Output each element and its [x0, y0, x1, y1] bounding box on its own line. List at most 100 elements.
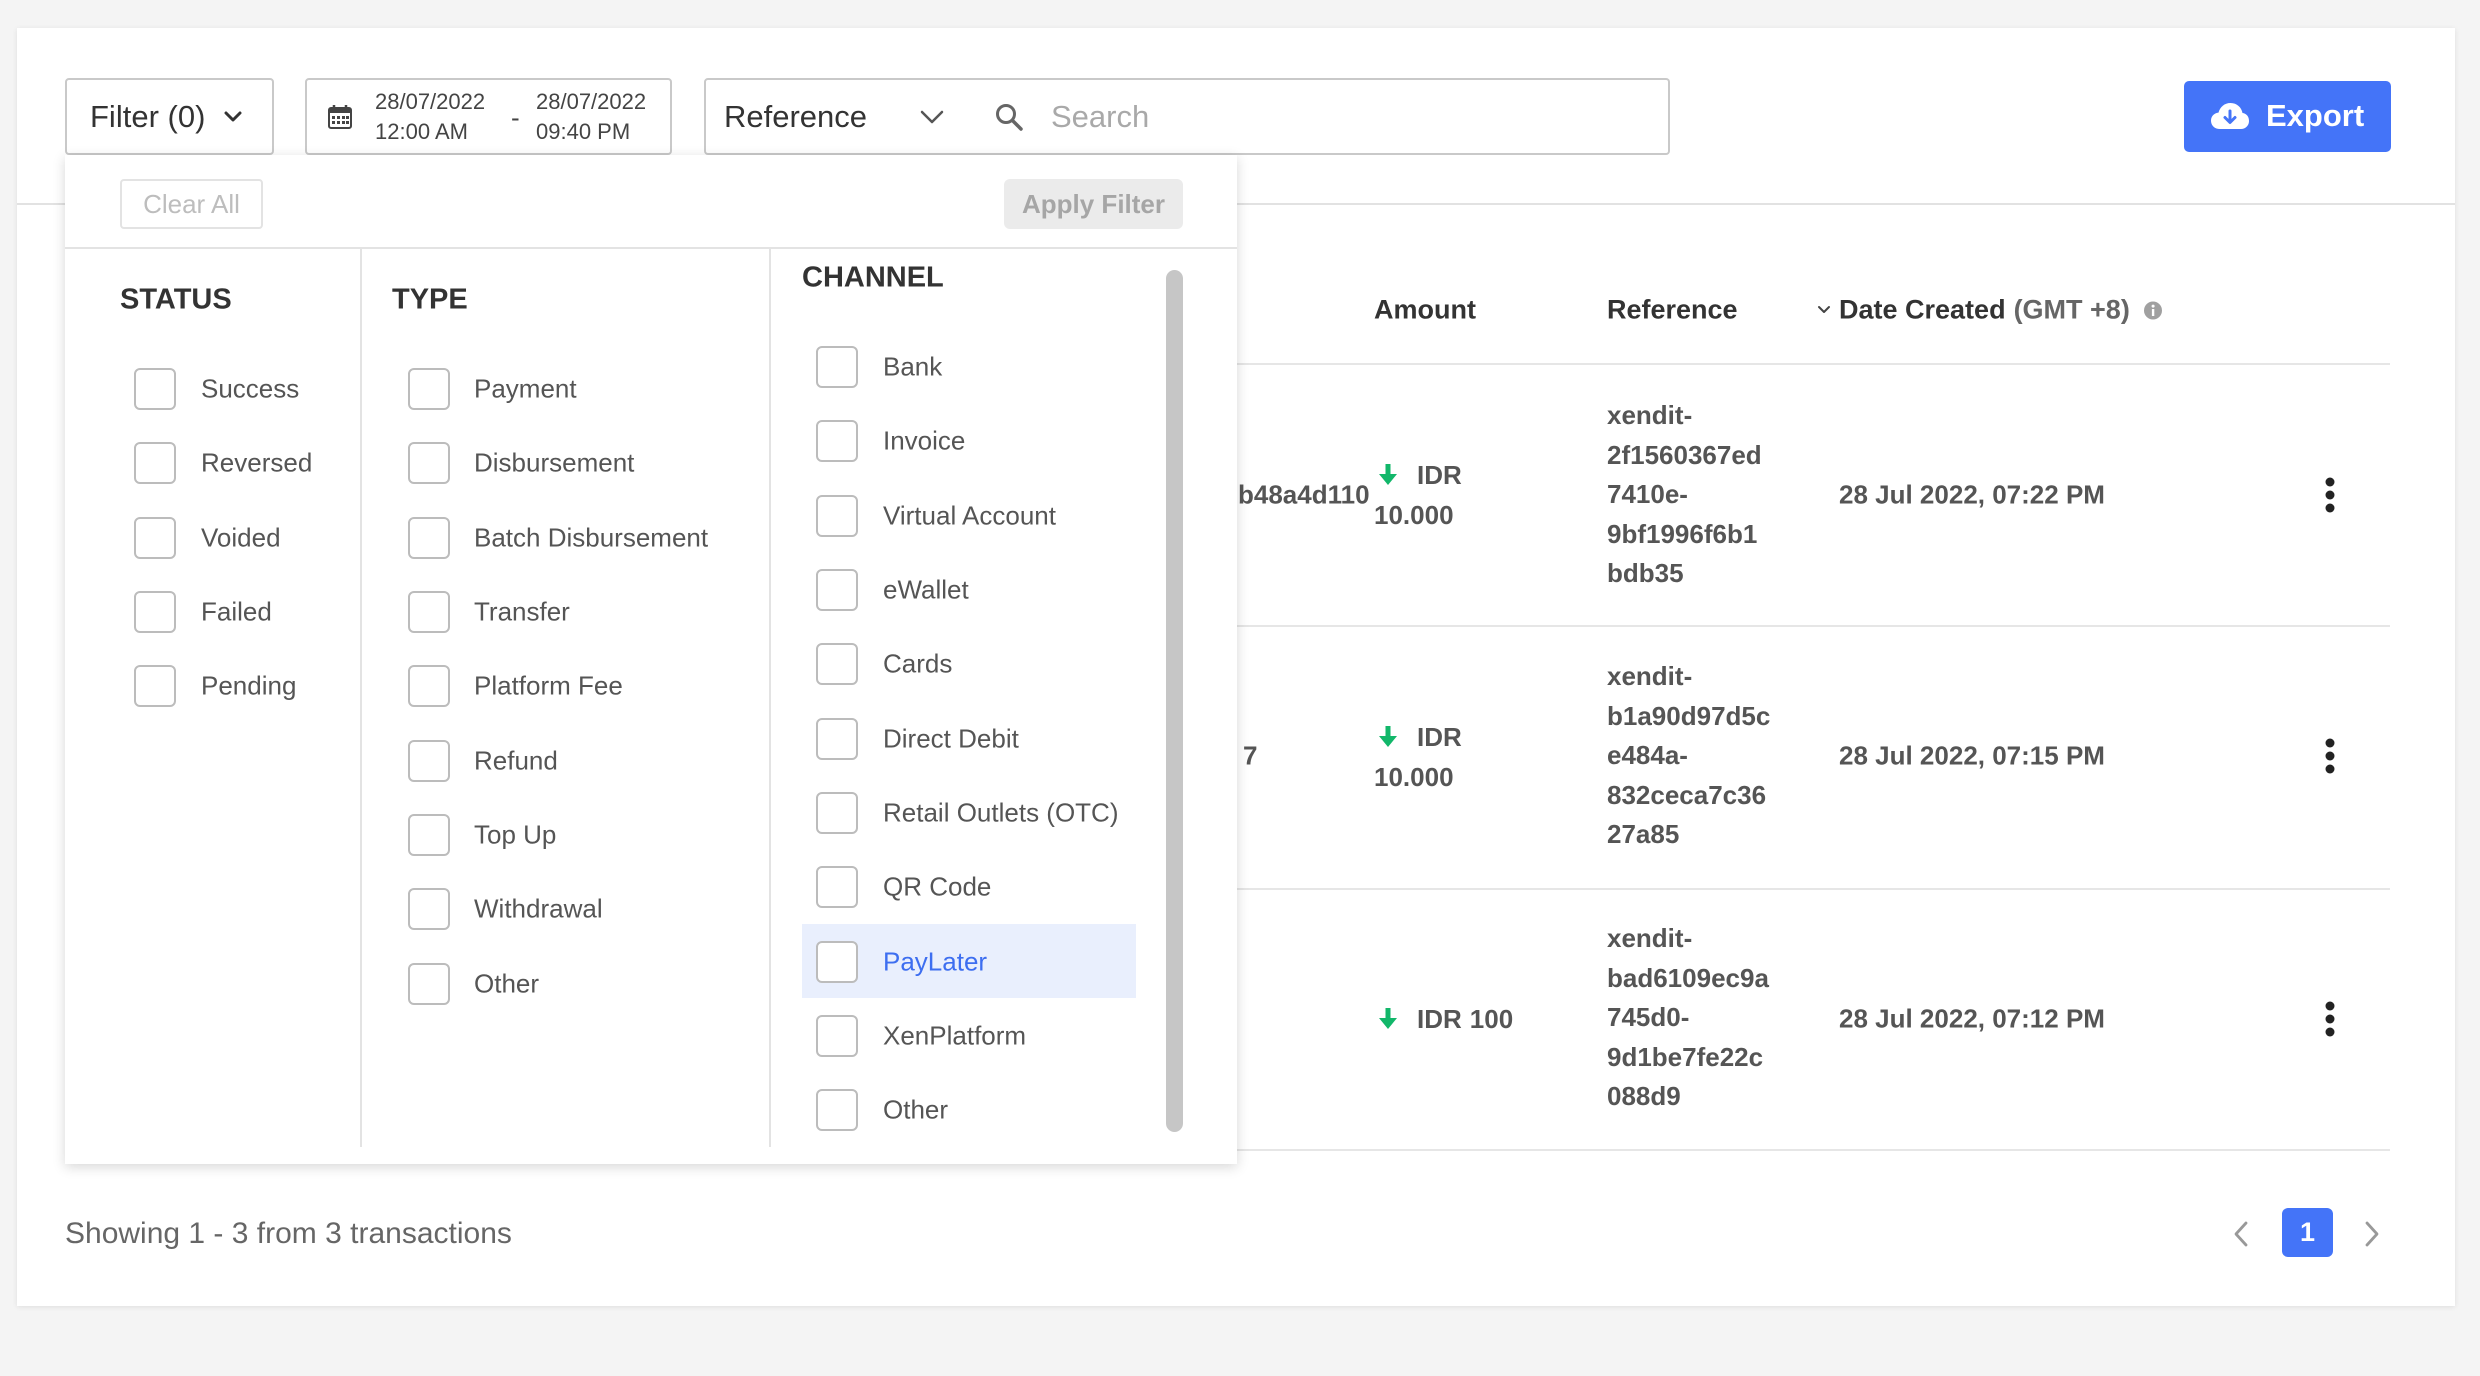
reference-line: xendit- [1607, 400, 1693, 430]
channel-option-paylater[interactable]: PayLater [816, 941, 1136, 983]
channel-option-bank[interactable]: Bank [816, 346, 1136, 388]
checkbox[interactable] [134, 368, 176, 410]
arrow-down-icon [1379, 1008, 1397, 1029]
checkbox[interactable] [816, 1089, 858, 1131]
column-header-reference[interactable]: Reference [1607, 295, 1738, 326]
checkbox[interactable] [408, 814, 450, 856]
calendar-icon [328, 105, 352, 129]
clear-all-button[interactable]: Clear All [120, 179, 263, 229]
amount-cell: IDR 10.000 [1374, 717, 1462, 797]
amount-value: 10.000 [1374, 499, 1454, 530]
column-header-amount[interactable]: Amount [1374, 295, 1476, 326]
end-date: 28/07/2022 [536, 89, 647, 114]
checkbox[interactable] [816, 420, 858, 462]
clear-all-label: Clear All [143, 188, 240, 219]
search-field-select[interactable]: Reference [704, 78, 967, 155]
info-icon[interactable] [2143, 300, 2163, 320]
type-option-batch-disbursement[interactable]: Batch Disbursement [408, 517, 753, 559]
checkbox[interactable] [408, 740, 450, 782]
option-label: Virtual Account [883, 500, 1056, 531]
type-title: TYPE [392, 283, 468, 316]
channel-scrollbar[interactable] [1166, 270, 1183, 1132]
checkbox[interactable] [816, 1015, 858, 1057]
option-label: Other [883, 1094, 949, 1125]
chevron-down-icon [224, 111, 242, 122]
more-actions-icon[interactable] [2325, 1001, 2335, 1037]
checkbox[interactable] [816, 495, 858, 537]
type-option-other[interactable]: Other [408, 963, 753, 1005]
search-input[interactable] [1051, 80, 1651, 153]
checkbox[interactable] [816, 569, 858, 611]
amount-value: 10.000 [1374, 761, 1454, 792]
checkbox[interactable] [134, 442, 176, 484]
checkbox[interactable] [408, 442, 450, 484]
checkbox[interactable] [408, 665, 450, 707]
channel-option-xenplatform[interactable]: XenPlatform [816, 1015, 1136, 1057]
channel-option-retail-outlets[interactable]: Retail Outlets (OTC) [816, 792, 1136, 834]
search-box[interactable] [965, 78, 1670, 155]
reference-line: bdb35 [1607, 558, 1684, 588]
type-option-platform-fee[interactable]: Platform Fee [408, 665, 753, 707]
checkbox[interactable] [816, 346, 858, 388]
reference-line: xendit- [1607, 661, 1693, 691]
checkbox[interactable] [134, 517, 176, 559]
channel-option-other[interactable]: Other [816, 1089, 1136, 1131]
checkbox[interactable] [134, 665, 176, 707]
checkbox[interactable] [134, 591, 176, 633]
cloud-download-icon [2211, 103, 2249, 129]
checkbox[interactable] [408, 888, 450, 930]
sort-desc-icon[interactable] [1817, 305, 1831, 315]
checkbox[interactable] [816, 718, 858, 760]
status-option-failed[interactable]: Failed [134, 591, 344, 633]
channel-title: CHANNEL [802, 261, 944, 294]
date-range-picker[interactable]: 28/07/2022 12:00 AM - 28/07/2022 09:40 P… [305, 78, 672, 155]
page-button-current[interactable]: 1 [2282, 1208, 2333, 1257]
checkbox[interactable] [816, 941, 858, 983]
reference-line: 7410e- [1607, 479, 1688, 509]
checkbox[interactable] [408, 591, 450, 633]
checkbox[interactable] [816, 643, 858, 685]
channel-option-direct-debit[interactable]: Direct Debit [816, 718, 1136, 760]
filter-dropdown: Clear All Apply Filter STATUS Success Re… [65, 155, 1237, 1164]
chevron-right-icon[interactable] [2364, 1221, 2380, 1247]
checkbox[interactable] [408, 368, 450, 410]
amount-cell: IDR 100 [1374, 999, 1513, 1039]
type-option-refund[interactable]: Refund [408, 740, 753, 782]
option-label: Voided [201, 522, 281, 553]
checkbox[interactable] [408, 517, 450, 559]
apply-filter-button[interactable]: Apply Filter [1004, 179, 1183, 229]
export-button[interactable]: Export [2184, 81, 2391, 152]
status-option-pending[interactable]: Pending [134, 665, 344, 707]
channel-option-qr-code[interactable]: QR Code [816, 866, 1136, 908]
more-actions-icon[interactable] [2325, 738, 2335, 774]
chevron-left-icon[interactable] [2233, 1221, 2249, 1247]
filter-button-label: Filter (0) [90, 99, 206, 134]
channel-option-invoice[interactable]: Invoice [816, 420, 1136, 462]
channel-option-ewallet[interactable]: eWallet [816, 569, 1136, 611]
date-range-separator: - [511, 102, 520, 133]
channel-option-cards[interactable]: Cards [816, 643, 1136, 685]
column-header-date-created[interactable]: Date Created (GMT +8) [1839, 295, 2163, 326]
type-option-payment[interactable]: Payment [408, 368, 753, 410]
filter-header-divider [65, 247, 1237, 249]
status-option-reversed[interactable]: Reversed [134, 442, 344, 484]
filter-button[interactable]: Filter (0) [65, 78, 274, 155]
checkbox[interactable] [816, 792, 858, 834]
start-datetime[interactable]: 28/07/2022 12:00 AM [375, 87, 485, 147]
amount-cell: IDR 10.000 [1374, 455, 1462, 535]
type-option-top-up[interactable]: Top Up [408, 814, 753, 856]
type-option-transfer[interactable]: Transfer [408, 591, 753, 633]
reference-line: 745d0- [1607, 1002, 1690, 1032]
type-option-disbursement[interactable]: Disbursement [408, 442, 753, 484]
type-option-withdrawal[interactable]: Withdrawal [408, 888, 753, 930]
status-option-voided[interactable]: Voided [134, 517, 344, 559]
status-option-success[interactable]: Success [134, 368, 344, 410]
reference-line: 9bf1996f6b1 [1607, 518, 1758, 549]
reference-line: 088d9 [1607, 1081, 1681, 1111]
checkbox[interactable] [408, 963, 450, 1005]
column-divider [360, 248, 362, 1147]
checkbox[interactable] [816, 866, 858, 908]
end-datetime[interactable]: 28/07/2022 09:40 PM [536, 87, 646, 147]
channel-option-virtual-account[interactable]: Virtual Account [816, 495, 1136, 537]
more-actions-icon[interactable] [2325, 477, 2335, 513]
